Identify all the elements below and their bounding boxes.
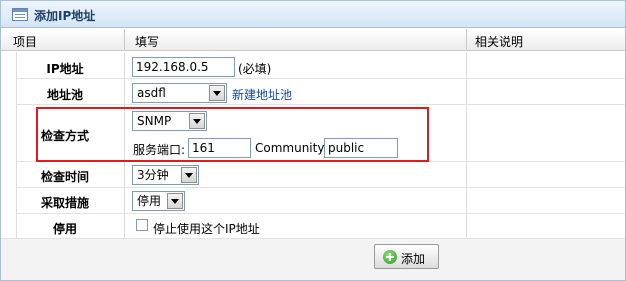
table-icon xyxy=(12,8,28,21)
add-button-label: 添加 xyxy=(401,252,426,266)
check-time-selected: 3分钟 xyxy=(137,168,169,182)
ip-address-label: IP地址 xyxy=(46,62,84,76)
add-icon xyxy=(383,250,397,264)
grid-line xyxy=(16,187,625,188)
chevron-down-icon xyxy=(181,167,197,183)
column-header-fill: 填写 xyxy=(135,35,160,49)
address-pool-label: 地址池 xyxy=(46,88,83,102)
chevron-down-icon xyxy=(167,193,183,209)
add-ip-panel: 添加IP地址 项目 填写 相关说明 IP地址 192.168.0.5 (必填) … xyxy=(0,0,626,281)
grid-line xyxy=(16,104,625,105)
column-header-notes: 相关说明 xyxy=(475,35,524,49)
required-note: (必填) xyxy=(238,62,272,76)
check-time-select[interactable]: 3分钟 xyxy=(132,165,199,185)
action-label: 采取措施 xyxy=(40,196,89,210)
disable-label: 停用 xyxy=(52,222,77,236)
highlight-box xyxy=(36,107,429,162)
action-selected: 停用 xyxy=(137,194,162,208)
chevron-down-icon xyxy=(209,85,225,101)
ip-address-input[interactable]: 192.168.0.5 xyxy=(132,57,235,77)
panel-titlebar: 添加IP地址 xyxy=(1,1,625,28)
panel-title: 添加IP地址 xyxy=(34,9,96,23)
form-footer xyxy=(1,238,625,280)
new-address-pool-link[interactable]: 新建地址池 xyxy=(232,86,292,103)
disable-checkbox-label: 停止使用这个IP地址 xyxy=(153,222,260,236)
disable-checkbox[interactable] xyxy=(136,219,148,231)
grid-line xyxy=(16,213,625,214)
address-pool-selected: asdfl xyxy=(137,86,166,100)
add-button[interactable]: 添加 xyxy=(374,244,439,269)
grid-line xyxy=(466,52,467,238)
action-select[interactable]: 停用 xyxy=(132,191,185,211)
address-pool-select[interactable]: asdfl xyxy=(132,83,227,103)
header-divider xyxy=(124,29,125,51)
column-header-item: 项目 xyxy=(13,35,38,49)
column-header-row: 项目 填写 相关说明 xyxy=(1,29,625,51)
header-divider xyxy=(466,29,467,51)
check-time-label: 检查时间 xyxy=(40,170,89,184)
grid-line xyxy=(16,78,625,79)
